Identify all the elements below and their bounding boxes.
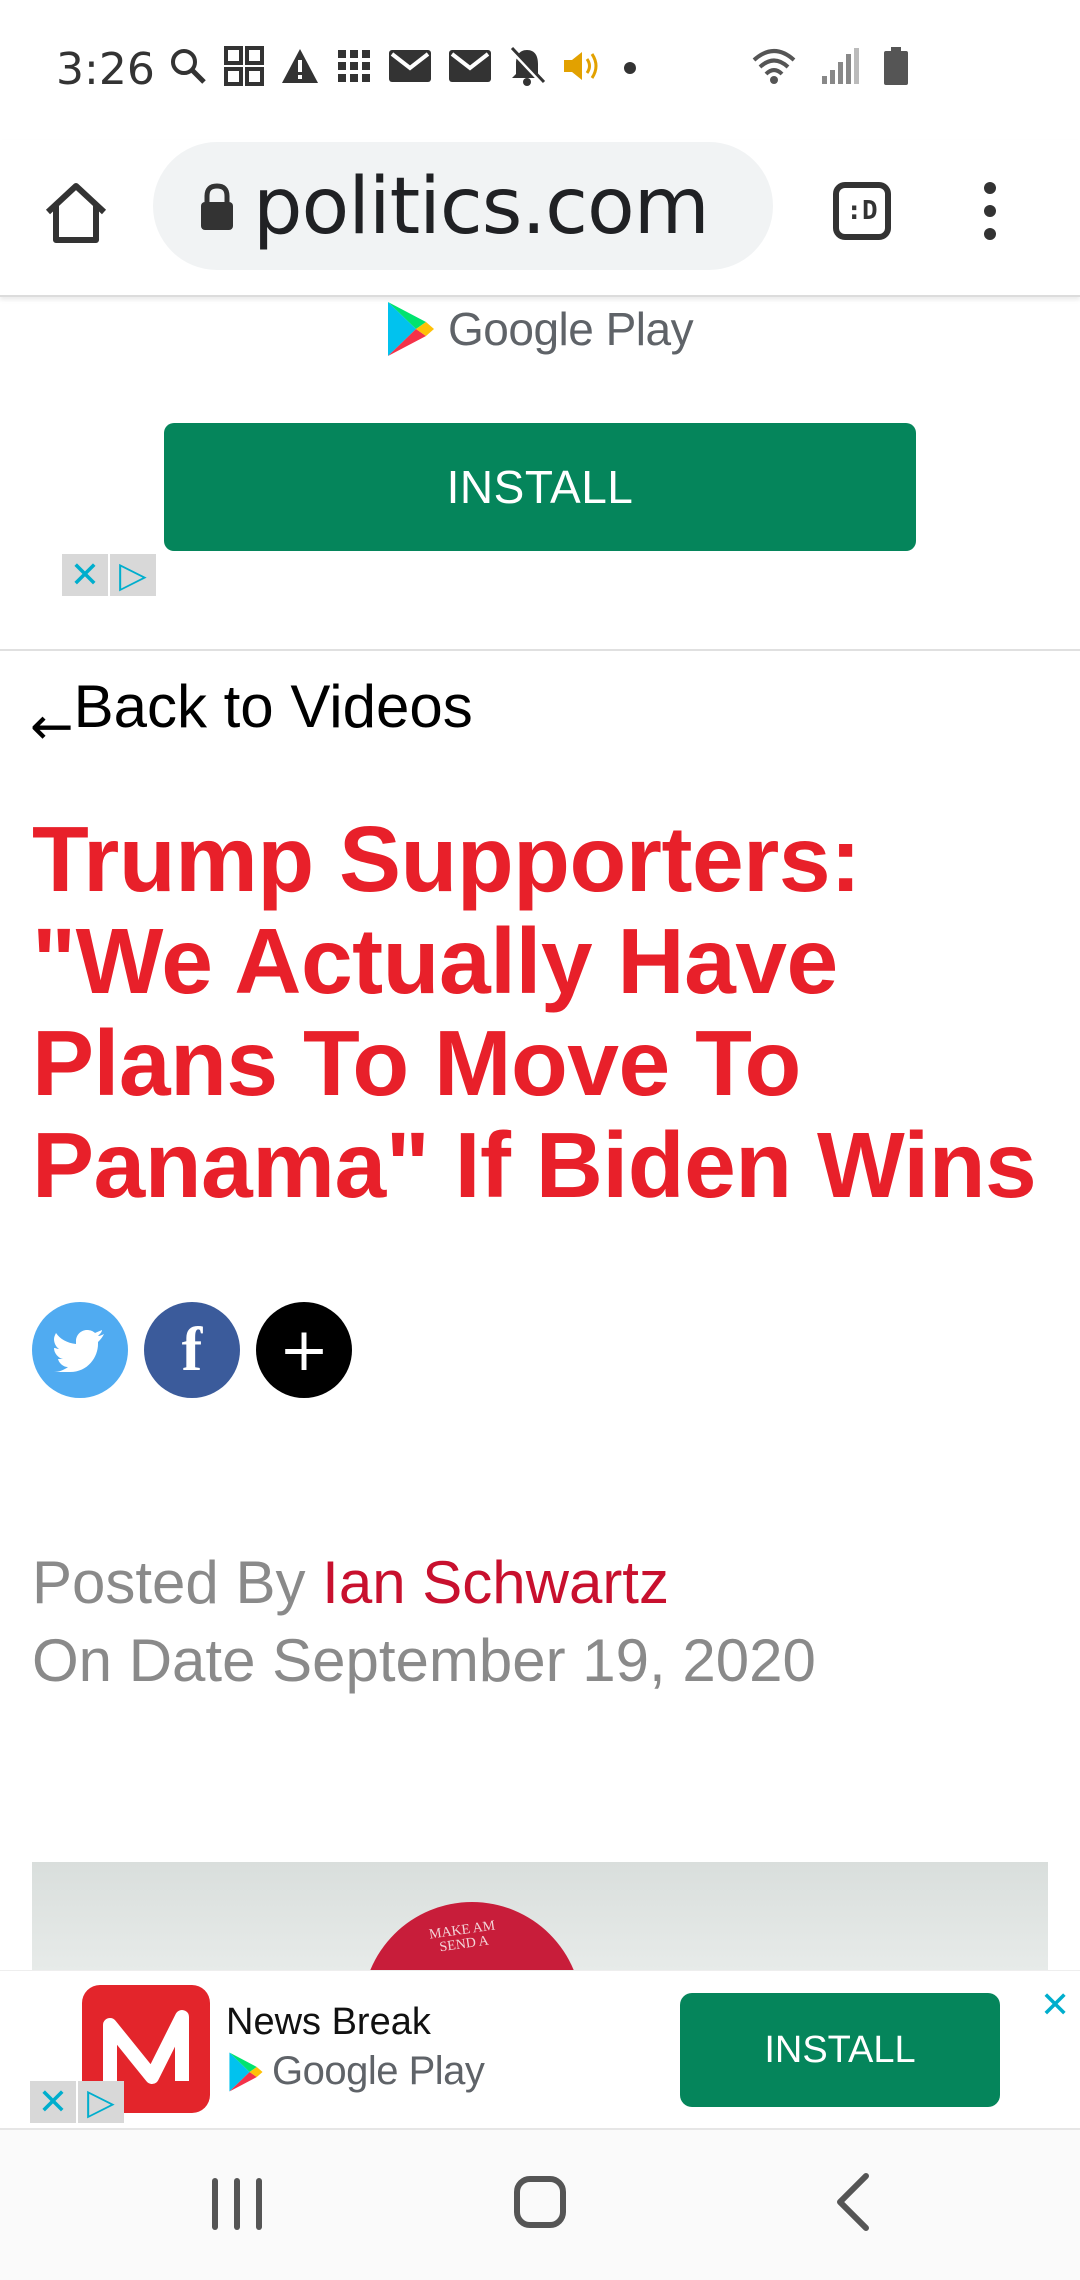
- grid-icon: [338, 50, 370, 82]
- home-icon[interactable]: [40, 176, 112, 248]
- google-play-label: Google Play: [448, 303, 694, 355]
- facebook-share-button[interactable]: f: [144, 1302, 240, 1398]
- address-bar[interactable]: politics.com: [153, 142, 773, 270]
- google-play-badge[interactable]: Google Play: [228, 2049, 485, 2094]
- ad-close-icon[interactable]: ✕: [30, 2081, 76, 2123]
- back-to-videos-link[interactable]: ← Back to Videos: [30, 672, 473, 753]
- posted-by-line: Posted By Ian Schwartz: [32, 1548, 669, 1617]
- back-nav-icon[interactable]: [822, 2170, 882, 2234]
- twitter-share-button[interactable]: [32, 1302, 128, 1398]
- facebook-icon: f: [181, 1315, 203, 1384]
- warning-icon: [282, 49, 318, 83]
- adchoices-icon[interactable]: ▷: [78, 2081, 124, 2123]
- search-icon: [171, 49, 206, 84]
- status-bar: 3:26: [0, 0, 1080, 140]
- video-thumbnail[interactable]: MAKE AM SEND A: [32, 1862, 1048, 1970]
- lock-icon: [201, 183, 233, 230]
- posted-by-prefix: Posted By: [32, 1549, 323, 1616]
- tab-switcher-button[interactable]: :D: [833, 182, 891, 240]
- signal-icon: [822, 48, 859, 84]
- wifi-icon: [752, 49, 796, 84]
- browser-menu-icon[interactable]: [970, 176, 1010, 246]
- adchoices-controls: ✕ ▷: [62, 554, 156, 596]
- article-headline: Trump Supporters: "We Actually Have Plan…: [32, 807, 1037, 1217]
- volume-icon: [564, 52, 598, 80]
- google-play-badge[interactable]: Google Play: [386, 299, 694, 359]
- status-time: 3:26: [56, 44, 155, 95]
- battery-icon: [884, 47, 908, 85]
- google-play-icon: [388, 302, 434, 356]
- notification-icons: [168, 46, 642, 86]
- adchoices-icon[interactable]: ▷: [110, 554, 156, 596]
- system-icons: [750, 46, 910, 86]
- ad-install-button[interactable]: INSTALL: [680, 1993, 1000, 2107]
- back-to-videos-label: Back to Videos: [73, 673, 473, 740]
- twitter-icon: [54, 1330, 104, 1372]
- adchoices-controls: ✕ ▷: [30, 2081, 124, 2123]
- ad-close-icon[interactable]: ✕: [62, 554, 108, 596]
- recents-icon[interactable]: [212, 2178, 262, 2230]
- arrow-left-icon: ←: [30, 697, 74, 757]
- system-navigation-bar: [0, 2128, 1080, 2280]
- bell-off-icon: [509, 46, 546, 86]
- home-nav-icon[interactable]: [514, 2176, 566, 2228]
- share-buttons: f +: [32, 1302, 352, 1398]
- author-link[interactable]: Ian Schwartz: [322, 1549, 669, 1616]
- ad-install-button[interactable]: INSTALL: [164, 423, 916, 551]
- qr-icon: [224, 46, 264, 86]
- google-play-label: Google Play: [272, 2049, 485, 2093]
- more-share-button[interactable]: +: [256, 1302, 352, 1398]
- ad-close-icon[interactable]: ✕: [1040, 1985, 1070, 2026]
- ad-app-name: News Break: [226, 2001, 431, 2043]
- browser-toolbar: politics.com :D: [0, 140, 1080, 297]
- mail-icon: [389, 50, 431, 82]
- plus-icon: +: [278, 1315, 330, 1385]
- url-text: politics.com: [253, 162, 710, 252]
- post-date: On Date September 19, 2020: [32, 1627, 816, 1694]
- top-ad-banner: Google Play INSTALL ✕ ▷: [0, 299, 1080, 651]
- google-play-icon: [229, 2052, 263, 2091]
- dot-icon: [624, 62, 636, 74]
- mail-icon: [449, 50, 491, 82]
- bottom-ad-banner: News Break Google Play INSTALL ✕ ✕ ▷: [0, 1970, 1080, 2128]
